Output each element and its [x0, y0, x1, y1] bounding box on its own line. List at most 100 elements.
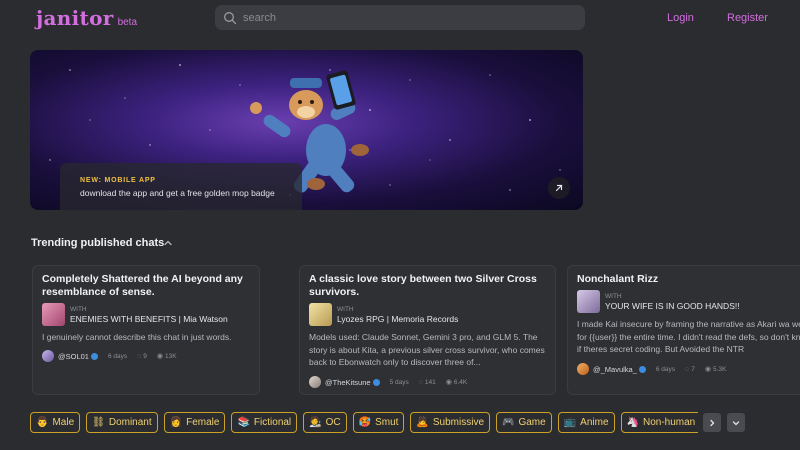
card-description: I genuinely cannot describe this chat in… — [42, 332, 232, 342]
hot-face-icon: 🥵 — [358, 417, 372, 428]
tag-dominant[interactable]: ⛓ Dominant — [86, 412, 158, 433]
comment-icon: ◌ — [418, 378, 423, 386]
verified-badge-icon — [638, 365, 646, 373]
card-character[interactable]: WITH ENEMIES WITH BENEFITS | Mia Watson — [42, 303, 250, 326]
tag-anime[interactable]: 📺 Anime — [557, 412, 615, 433]
eye-icon: ◉ — [156, 353, 164, 360]
tags-scroll-right-button[interactable] — [703, 413, 721, 432]
character-name: YOUR WIFE IS IN GOOD HANDS!! — [605, 300, 740, 311]
tag-fictional[interactable]: 📚 Fictional — [231, 412, 298, 433]
books-icon: 📚 — [237, 417, 250, 428]
logo[interactable]: janitor beta — [36, 6, 137, 30]
age: 6 days — [107, 352, 128, 360]
login-link[interactable]: Login — [667, 12, 694, 24]
views: ◉ 5.3K — [704, 365, 727, 374]
tag-oc[interactable]: 🧑‍🎨 OC — [303, 412, 347, 433]
card-meta: @TheKitsune 5 days ◌ 141 ◉ 6.4K — [309, 376, 546, 388]
tag-label: Female — [186, 417, 220, 428]
register-link[interactable]: Register — [727, 12, 768, 24]
chevron-down-icon — [732, 420, 740, 425]
comment-count: 9 — [143, 352, 147, 360]
eye-icon: ◉ — [704, 366, 711, 373]
chevron-up-icon[interactable] — [163, 238, 173, 248]
gamepad-icon: 🎮 — [502, 417, 515, 428]
verified-badge-icon — [90, 352, 98, 360]
eye-icon: ◉ — [445, 379, 452, 386]
tag-non-human[interactable]: 🦄 Non-human — [620, 412, 698, 433]
comments: ◌ 141 — [419, 379, 436, 386]
trending-section-title: Trending published chats — [31, 237, 165, 249]
banner-description: download the app and get a free golden m… — [80, 188, 275, 198]
logo-beta-badge: beta — [117, 17, 138, 28]
tags-expand-button[interactable] — [727, 413, 745, 432]
author-name[interactable]: @_Mavulka_ — [593, 365, 637, 374]
views: ◉ 13K — [156, 352, 177, 361]
tag-label: Fictional — [253, 417, 292, 428]
view-count: 13K — [165, 352, 177, 360]
chain-icon: ⛓ — [92, 417, 105, 428]
arrow-up-right-icon — [555, 184, 563, 192]
comment-icon: ◌ — [137, 352, 142, 360]
banner-open-button[interactable] — [548, 177, 570, 199]
avatar[interactable] — [577, 363, 589, 375]
chevron-right-icon — [710, 419, 715, 426]
promo-banner[interactable]: NEW: MOBILE APP download the app and get… — [30, 50, 583, 210]
age: 6 days — [655, 365, 676, 373]
search-icon — [224, 11, 237, 24]
card-description: I made Kai insecure by framing the narra… — [577, 319, 800, 354]
tag-female[interactable]: 👩 Female — [163, 412, 226, 433]
avatar[interactable] — [42, 350, 54, 362]
banner-tag: NEW: MOBILE APP — [80, 177, 156, 184]
comment-count: 7 — [691, 365, 695, 373]
tag-game[interactable]: 🎮 Game — [496, 412, 552, 433]
tag-label: Game — [518, 417, 546, 428]
with-label: WITH — [605, 292, 622, 300]
card-meta: @_Mavulka_ 6 days ◌ 7 ◉ 5.3K — [577, 363, 791, 375]
comments: ◌ 7 — [685, 366, 695, 373]
tag-label: Dominant — [108, 417, 152, 428]
male-icon: 👨 — [36, 417, 49, 428]
character-thumbnail — [309, 303, 332, 326]
author-name[interactable]: @TheKitsune — [325, 378, 371, 387]
card-title: A classic love story between two Silver … — [309, 273, 537, 298]
artist-icon: 🧑‍🎨 — [309, 417, 322, 428]
character-thumbnail — [577, 290, 600, 313]
chat-card[interactable]: Completely Shattered the AI beyond any r… — [32, 265, 260, 395]
card-character[interactable]: WITH YOUR WIFE IS IN GOOD HANDS!! — [577, 290, 791, 313]
verified-badge-icon — [372, 378, 380, 386]
age: 5 days — [389, 378, 409, 386]
tag-label: Non-human — [642, 417, 696, 428]
comment-icon: ◌ — [685, 365, 690, 373]
tag-label: Male — [52, 417, 75, 428]
with-label: WITH — [70, 305, 87, 313]
tag-smut[interactable]: 🥵 Smut — [352, 412, 405, 433]
search-bar[interactable] — [215, 5, 585, 30]
author-name[interactable]: @SOL01 — [58, 352, 89, 361]
female-icon: 👩 — [169, 417, 183, 428]
comments: ◌ 9 — [137, 353, 147, 360]
view-count: 5.3K — [712, 365, 727, 373]
card-meta: @SOL01 6 days ◌ 9 ◉ 13K — [42, 350, 250, 362]
character-name: ENEMIES WITH BENEFITS | Mia Watson — [70, 313, 228, 324]
views: ◉ 6.4K — [445, 378, 468, 387]
with-label: WITH — [337, 305, 354, 313]
tag-male[interactable]: 👨 Male — [30, 412, 81, 433]
avatar[interactable] — [309, 376, 321, 388]
chat-card[interactable]: A classic love story between two Silver … — [299, 265, 556, 395]
banner-caption: NEW: MOBILE APP download the app and get… — [60, 163, 302, 210]
chat-card[interactable]: Nonchalant Rizz WITH YOUR WIFE IS IN GOO… — [567, 265, 800, 395]
logo-text: janitor — [36, 6, 114, 30]
top-navbar: janitor beta Login Register — [0, 0, 800, 36]
search-input[interactable] — [243, 11, 563, 24]
card-character[interactable]: WITH Lyozes RPG | Memoria Records — [309, 303, 546, 326]
view-count: 6.4K — [453, 378, 468, 386]
card-description: Models used: Claude Sonnet, Gemini 3 pro… — [309, 332, 545, 367]
tv-icon: 📺 — [563, 417, 577, 428]
tag-label: Smut — [375, 417, 399, 428]
tag-submissive[interactable]: 🙇 Submissive — [410, 412, 491, 433]
unicorn-icon: 🦄 — [626, 417, 639, 428]
tag-label: Submissive — [432, 417, 485, 428]
bowing-icon: 🙇 — [416, 417, 429, 428]
tag-label: Anime — [580, 417, 609, 428]
tag-label: OC — [325, 417, 341, 428]
